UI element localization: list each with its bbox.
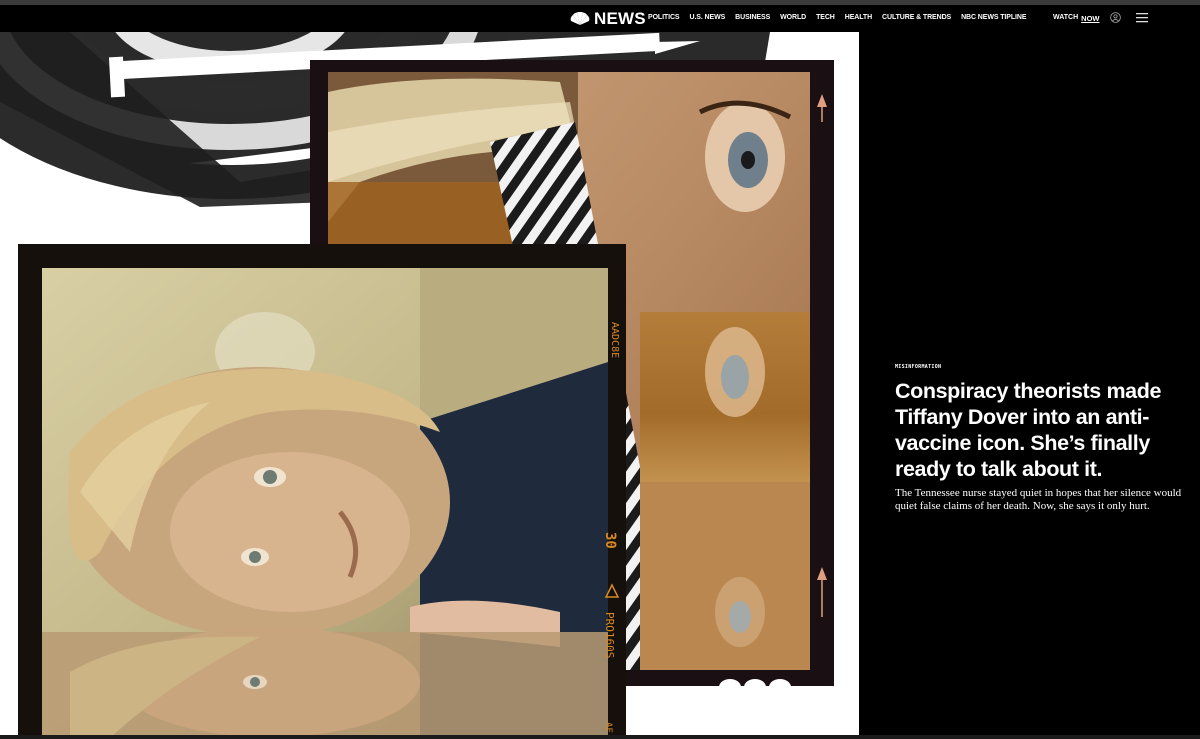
hero-collage-image[interactable]: AADC8E 30 PRO160S AF [0, 32, 859, 735]
front-photo-frame: AADC8E 30 PRO160S AF [18, 244, 626, 735]
article-kicker[interactable]: MISINFORMATION [895, 364, 1195, 370]
nav-culture-trends[interactable]: CULTURE & TRENDS [882, 14, 951, 21]
nav-business[interactable]: BUSINESS [735, 14, 770, 21]
film-edge-bottom-code: AF [603, 722, 613, 733]
main-nav: POLITICS U.S. NEWS BUSINESS WORLD TECH H… [648, 14, 1026, 21]
nav-health[interactable]: HEALTH [845, 14, 872, 21]
film-edge-top-code: AADC8E [609, 322, 620, 358]
user-account-icon[interactable] [1110, 12, 1121, 23]
bottom-strip [0, 735, 1200, 739]
watch-now-label: NOW [1081, 14, 1100, 23]
nbc-news-logo[interactable]: NEWS [570, 9, 646, 29]
nav-tipline[interactable]: NBC NEWS TIPLINE [961, 14, 1026, 21]
nav-politics[interactable]: POLITICS [648, 14, 680, 21]
article-dek: The Tennessee nurse stayed quiet in hope… [895, 487, 1182, 512]
article-headline[interactable]: Conspiracy theorists made Tiffany Dover … [895, 378, 1191, 482]
article-teaser[interactable]: MISINFORMATION Conspiracy theorists made… [895, 364, 1195, 524]
hamburger-menu-icon[interactable] [1136, 12, 1148, 23]
watch-now-link[interactable]: WATCH NOW [1053, 14, 1100, 23]
film-edge-film-code: PRO160S [603, 612, 616, 658]
peacock-icon [570, 12, 590, 25]
logo-text: NEWS [594, 9, 646, 28]
hero-collage-art: AADC8E 30 PRO160S AF [0, 32, 834, 735]
film-edge-number: 30 [602, 532, 618, 549]
site-header: NEWS POLITICS U.S. NEWS BUSINESS WORLD T… [0, 5, 1200, 32]
nav-tech[interactable]: TECH [816, 14, 835, 21]
nav-us-news[interactable]: U.S. NEWS [689, 14, 725, 21]
watch-label: WATCH [1053, 14, 1079, 21]
nav-world[interactable]: WORLD [780, 14, 806, 21]
